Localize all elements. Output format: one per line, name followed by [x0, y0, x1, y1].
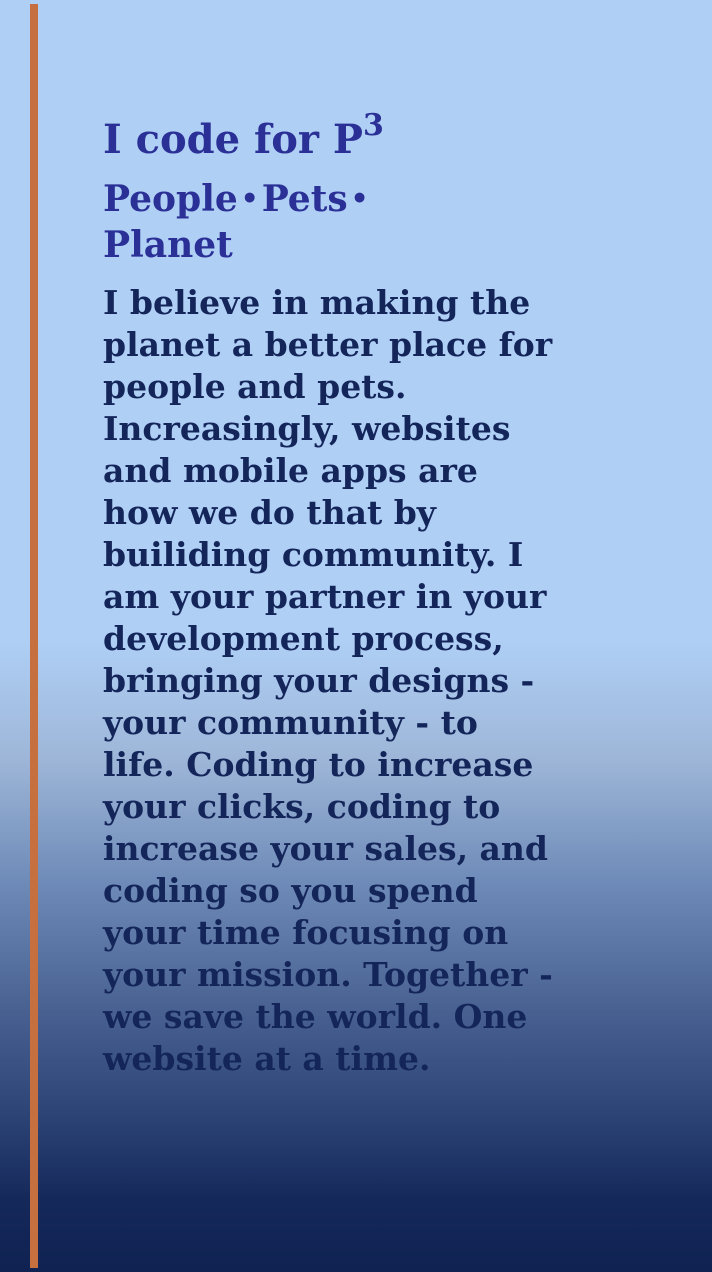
- accent-bar: [30, 4, 38, 1268]
- headline-superscript: 3: [362, 107, 384, 143]
- subtitle-item-planet: Planet: [103, 224, 233, 266]
- bullet-separator: •: [240, 182, 259, 215]
- mission-statement: I believe in making the planet a better …: [103, 283, 553, 1078]
- headline-text: I code for P: [103, 116, 363, 163]
- headline: I code for P3: [103, 110, 553, 168]
- subtitle-item-pets: Pets: [261, 178, 348, 220]
- subtitle-item-people: People: [103, 178, 238, 220]
- subtitle: People •Pets •Planet: [103, 176, 433, 268]
- bullet-separator: •: [350, 182, 369, 215]
- hero-section: I code for P3 People •Pets •Planet I belie…: [103, 110, 553, 1080]
